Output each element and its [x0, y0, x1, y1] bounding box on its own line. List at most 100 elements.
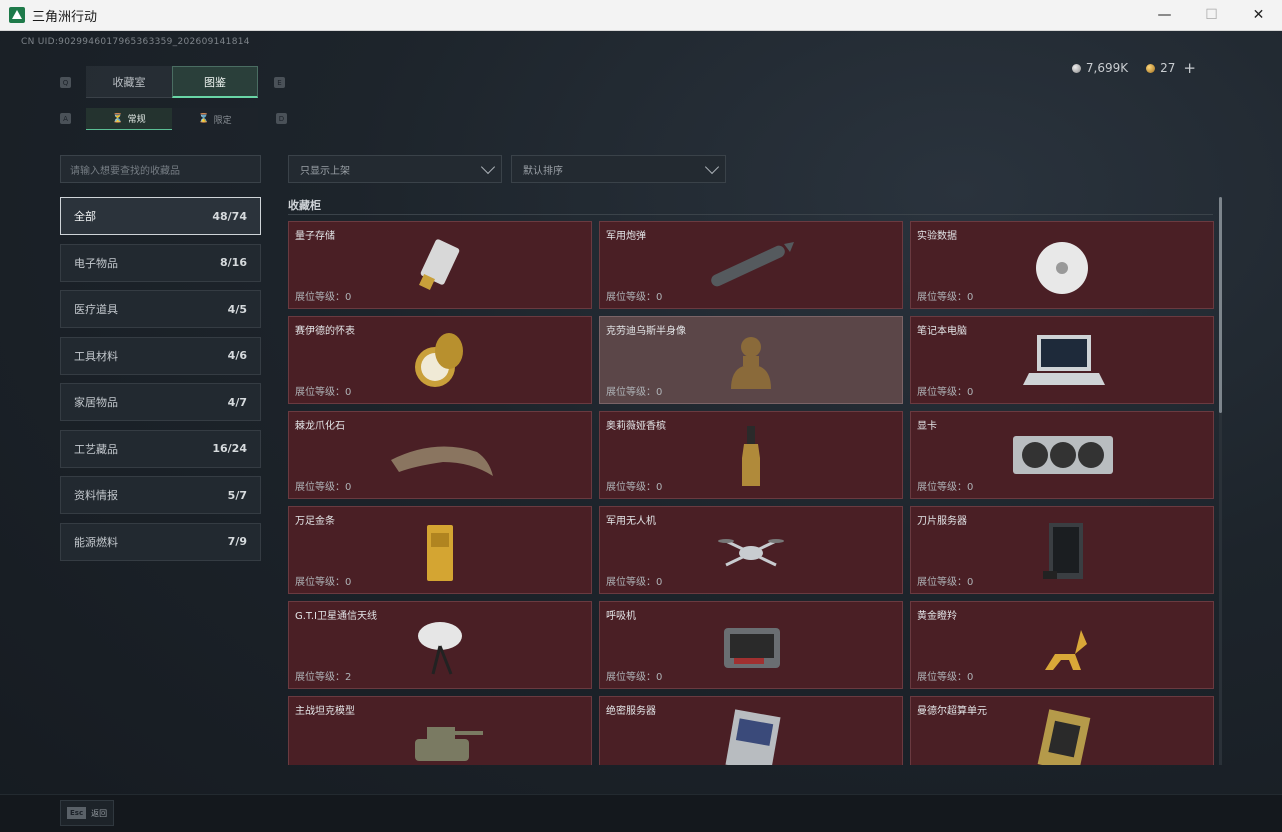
- minimize-button[interactable]: —: [1141, 0, 1188, 31]
- item-name: 军用无人机: [606, 516, 656, 527]
- esc-key-hint: Esc: [67, 807, 87, 819]
- collection-item-card[interactable]: 显卡 展位等级：0: [910, 411, 1214, 499]
- collection-item-card[interactable]: 量子存储展位等级：0: [288, 221, 592, 309]
- collection-item-card[interactable]: 呼吸机 展位等级：0: [599, 601, 903, 689]
- category-label: 资料情报: [74, 489, 118, 502]
- category-tools[interactable]: 工具材料 4/6: [60, 336, 261, 375]
- item-display-level: 展位等级：0: [917, 482, 974, 493]
- collection-item-card[interactable]: 奥莉薇娅香槟 展位等级：0: [599, 411, 903, 499]
- item-display-level: 展位等级：0: [917, 672, 974, 683]
- tank-icon: [415, 727, 483, 761]
- collection-item-card[interactable]: 实验数据 展位等级：0: [910, 221, 1214, 309]
- item-display-level: 展位等级：0: [917, 577, 974, 588]
- item-name: 曼德尔超算单元: [917, 706, 987, 717]
- item-display-level: 展位等级：0: [295, 292, 352, 303]
- silver-amount: 7,699K: [1085, 61, 1129, 75]
- collection-item-card[interactable]: 克劳迪乌斯半身像 展位等级：0: [599, 316, 903, 404]
- collection-item-card[interactable]: 万足金条 展位等级：0: [288, 506, 592, 594]
- bust-icon: [731, 337, 771, 389]
- item-display-level: 展位等级：0: [295, 482, 352, 493]
- limited-icon: ⌛: [198, 114, 210, 124]
- category-label: 全部: [74, 210, 96, 223]
- regular-icon: ⏳: [112, 113, 124, 124]
- display-filter-value: 只显示上架: [300, 165, 350, 177]
- category-count: 16/24: [212, 442, 247, 455]
- item-name: 刀片服务器: [917, 516, 967, 527]
- key-hint-d: D: [276, 113, 287, 124]
- category-electronics[interactable]: 电子物品 8/16: [60, 243, 261, 282]
- item-name: 奥莉薇娅香槟: [606, 421, 666, 432]
- collection-item-card[interactable]: G.T.I卫星通信天线 展位等级：2: [288, 601, 592, 689]
- chevron-down-icon: [480, 159, 496, 175]
- claw-fossil-icon: [391, 446, 493, 476]
- collection-item-card[interactable]: 军用无人机 展位等级：0: [599, 506, 903, 594]
- sort-dropdown[interactable]: 默认排序: [511, 155, 726, 183]
- subtab-limited-label: 限定: [213, 115, 232, 126]
- game-area: CN UID:9029946017965363359_202609141814 …: [0, 31, 1282, 832]
- category-label: 电子物品: [74, 256, 118, 270]
- subtab-regular[interactable]: ⏳ 常规: [86, 108, 172, 130]
- category-label: 工具材料: [74, 349, 118, 363]
- subtab-limited[interactable]: ⌛ 限定: [172, 108, 258, 130]
- tab-catalog[interactable]: 图鉴: [172, 66, 258, 98]
- server-board-icon: [725, 709, 781, 765]
- collection-item-card[interactable]: 军用炮弹 展位等级：0: [599, 221, 903, 309]
- collection-item-card[interactable]: 赛伊德的怀表 展位等级：0: [288, 316, 592, 404]
- key-hint-q: Q: [60, 77, 71, 88]
- category-crafts[interactable]: 工艺藏品 16/24: [60, 429, 261, 468]
- usb-drive-icon: [419, 239, 460, 290]
- tab-collection-room[interactable]: 收藏室: [86, 66, 172, 98]
- laptop-icon: [1023, 335, 1105, 385]
- item-display-level: 展位等级：0: [917, 292, 974, 303]
- item-name: 量子存储: [295, 231, 335, 242]
- collection-item-card[interactable]: 主战坦克模型: [288, 696, 592, 765]
- category-energy[interactable]: 能源燃料 7/9: [60, 522, 261, 561]
- collection-item-card[interactable]: 黄金瞪羚展位等级：0: [910, 601, 1214, 689]
- category-household[interactable]: 家居物品 4/7: [60, 383, 261, 421]
- currency-bar: 7,699K 27 +: [1071, 59, 1196, 77]
- collection-item-card[interactable]: 绝密服务器: [599, 696, 903, 765]
- gold-coin-icon: [1146, 63, 1156, 73]
- server-icon: [1043, 523, 1083, 579]
- search-input[interactable]: 请输入想要查找的收藏品: [60, 155, 261, 183]
- champagne-icon: [742, 426, 760, 486]
- maximize-button[interactable]: ☐: [1188, 0, 1235, 31]
- drone-icon: [718, 539, 784, 567]
- item-display-level: 展位等级：2: [295, 672, 352, 683]
- item-name: 黄金瞪羚: [917, 611, 957, 622]
- title-bar: 三角洲行动 — ☐ ✕: [0, 0, 1282, 31]
- item-name: 主战坦克模型: [295, 706, 355, 717]
- window-title: 三角洲行动: [32, 9, 98, 25]
- gazelle-icon: [1045, 630, 1087, 670]
- category-count: 4/7: [227, 395, 247, 409]
- category-intel[interactable]: 资料情报 5/7: [60, 476, 261, 514]
- item-name: 赛伊德的怀表: [295, 326, 355, 337]
- close-button[interactable]: ✕: [1235, 0, 1282, 31]
- back-button[interactable]: Esc 返回: [60, 800, 114, 826]
- gold-bar-icon: [427, 525, 453, 581]
- collection-item-card[interactable]: 曼德尔超算单元: [910, 696, 1214, 765]
- category-list: 全部 48/74 电子物品 8/16 医疗道具 4/5 工具材料 4/6 家居物…: [60, 197, 261, 569]
- category-medical[interactable]: 医疗道具 4/5: [60, 290, 261, 328]
- add-currency-button[interactable]: +: [1183, 59, 1196, 77]
- category-all[interactable]: 全部 48/74: [60, 197, 261, 235]
- chevron-down-icon: [704, 159, 720, 175]
- user-uid: CN UID:9029946017965363359_202609141814: [21, 37, 250, 47]
- collection-item-card[interactable]: 棘龙爪化石 展位等级：0: [288, 411, 592, 499]
- window-controls: — ☐ ✕: [1141, 0, 1282, 31]
- display-filter-dropdown[interactable]: 只显示上架: [288, 155, 502, 183]
- category-count: 4/6: [227, 349, 247, 362]
- scrollbar-thumb[interactable]: [1219, 197, 1222, 413]
- item-name: 绝密服务器: [606, 706, 656, 717]
- item-display-level: 展位等级：0: [606, 482, 663, 493]
- sort-value: 默认排序: [523, 165, 563, 177]
- sub-tabs: ⏳ 常规 ⌛ 限定: [86, 108, 258, 130]
- satellite-dish-icon: [418, 622, 462, 675]
- item-display-level: 展位等级：0: [295, 577, 352, 588]
- category-count: 48/74: [212, 209, 247, 223]
- category-label: 工艺藏品: [74, 442, 118, 456]
- collection-item-card[interactable]: 笔记本电脑 展位等级：0: [910, 316, 1214, 404]
- collection-item-card[interactable]: 刀片服务器展位等级：0: [910, 506, 1214, 594]
- pocket-watch-icon: [415, 333, 463, 387]
- ventilator-icon: [724, 628, 780, 668]
